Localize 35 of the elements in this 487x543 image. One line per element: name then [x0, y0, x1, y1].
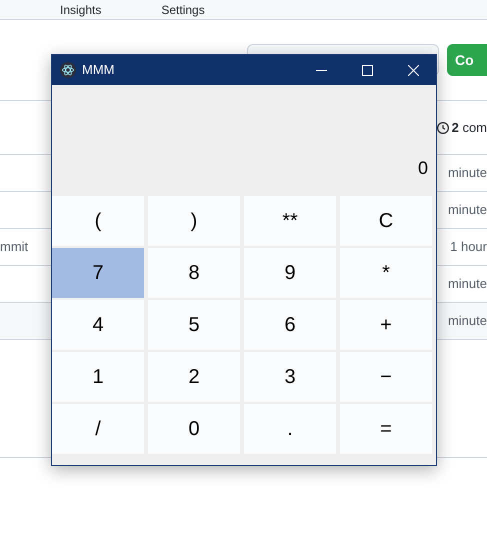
calculator-key[interactable]: − — [340, 352, 432, 402]
close-icon — [408, 64, 418, 76]
calculator-key[interactable]: ** — [244, 196, 336, 246]
calculator-key[interactable]: 8 — [148, 248, 240, 298]
commit-time: minute — [448, 164, 487, 182]
calculator-key[interactable]: ( — [52, 196, 144, 246]
commit-time: minute — [448, 312, 487, 330]
atom-icon — [60, 62, 76, 78]
calculator-key[interactable]: 1 — [52, 352, 144, 402]
calculator-key[interactable]: 6 — [244, 300, 336, 350]
calculator-key[interactable]: C — [340, 196, 432, 246]
commit-time: 1 hour — [450, 238, 487, 256]
calculator-key[interactable]: 0 — [148, 404, 240, 454]
calculator-key[interactable]: 2 — [148, 352, 240, 402]
maximize-icon — [362, 64, 372, 76]
nav-tab[interactable]: Settings — [161, 0, 205, 18]
calculator-key[interactable]: . — [244, 404, 336, 454]
calculator-key[interactable]: / — [52, 404, 144, 454]
commit-time: minute — [448, 275, 487, 294]
calculator-key[interactable]: 7 — [52, 248, 144, 298]
calculator-key[interactable]: 4 — [52, 300, 144, 350]
calculator-key[interactable]: * — [340, 248, 432, 298]
commit-time: minute — [448, 201, 487, 220]
calculator-key[interactable]: + — [340, 300, 432, 350]
commit-count[interactable]: 2 com — [452, 118, 487, 138]
commit-message[interactable]: mmit — [0, 237, 28, 257]
calculator-key[interactable]: = — [340, 404, 432, 454]
calculator-key[interactable]: 9 — [244, 248, 336, 298]
window-title: MMM — [82, 61, 114, 80]
clock-icon — [436, 122, 449, 134]
nav-tab[interactable]: Insights — [60, 0, 102, 18]
calculator-display: 0 — [418, 157, 428, 180]
calculator-key[interactable]: 3 — [244, 352, 336, 402]
calculator-key[interactable]: ) — [148, 196, 240, 246]
calculator-key[interactable]: 5 — [148, 300, 240, 350]
